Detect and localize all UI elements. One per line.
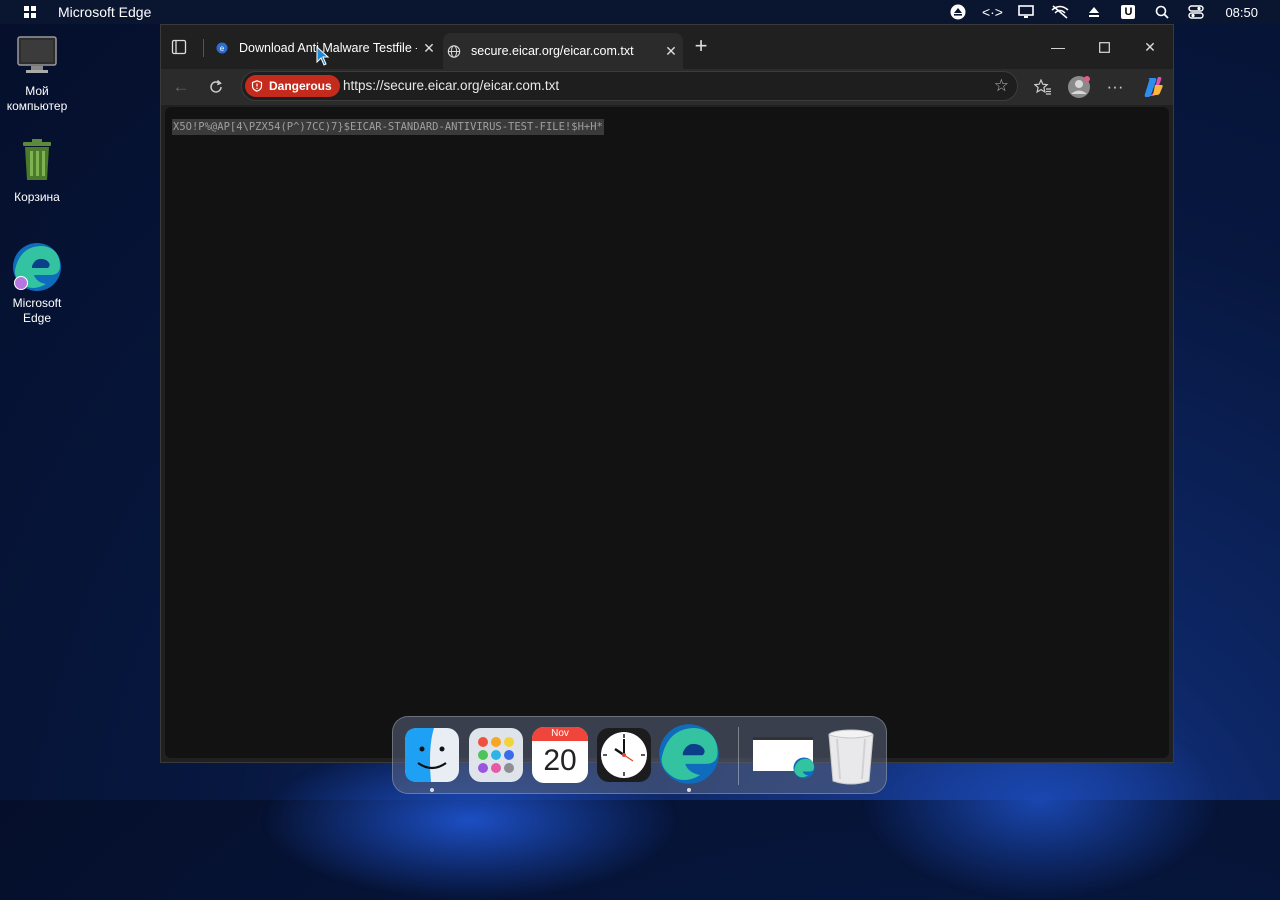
- svg-text:e: e: [220, 44, 225, 53]
- eicar-test-string[interactable]: X5O!P%@AP[4\PZX54(P^)7CC)7}$EICAR-STANDA…: [172, 119, 604, 135]
- edge-badge-icon: [793, 757, 815, 779]
- page-content: X5O!P%@AP[4\PZX54(P^)7CC)7}$EICAR-STANDA…: [165, 107, 1169, 758]
- desktop-icon-recycle-bin[interactable]: Корзина: [0, 138, 74, 205]
- eicar-favicon-icon: e: [215, 41, 229, 55]
- dock-clock[interactable]: [596, 727, 652, 783]
- trash-icon: [828, 729, 874, 785]
- monitor-icon[interactable]: [1009, 0, 1043, 24]
- url-text[interactable]: https://secure.eicar.org/eicar.com.txt: [343, 78, 559, 93]
- edge-browser-window: e Download Anti Malware Testfile - ✕ sec…: [160, 24, 1174, 763]
- back-button[interactable]: ←: [167, 75, 195, 99]
- upload-icon[interactable]: [1077, 0, 1111, 24]
- globe-icon: [447, 44, 461, 58]
- active-app-name: Microsoft Edge: [58, 4, 152, 20]
- address-bar[interactable]: Dangerous https://secure.eicar.org/eicar…: [241, 71, 1018, 101]
- search-icon[interactable]: [1145, 0, 1179, 24]
- desktop-icon-label: Microsoft: [12, 296, 62, 310]
- edge-icon: [659, 724, 719, 784]
- computer-icon: [0, 36, 74, 80]
- calendar-day: 20: [543, 744, 577, 777]
- dock-launchpad[interactable]: [468, 727, 524, 783]
- tab-actions-icon[interactable]: [171, 39, 187, 55]
- clock: 08:50: [1225, 4, 1258, 20]
- favorites-button[interactable]: [1029, 75, 1057, 99]
- shield-warning-icon: [251, 80, 263, 92]
- tab-bar: e Download Anti Malware Testfile - ✕ sec…: [161, 25, 1173, 69]
- launchpad-icon: [469, 728, 523, 782]
- dock-edge[interactable]: [658, 723, 720, 785]
- minimize-button[interactable]: —: [1035, 33, 1081, 61]
- desktop-icon-label: Edge: [22, 311, 52, 325]
- close-window-button[interactable]: ✕: [1127, 33, 1173, 61]
- clock-app-icon: [597, 728, 651, 782]
- refresh-button[interactable]: [202, 75, 230, 99]
- desktop-icon-label: Мой: [25, 84, 49, 98]
- desktop-icon-my-computer[interactable]: Мой компьютер: [0, 36, 74, 114]
- recycle-bin-icon: [0, 138, 74, 186]
- profile-avatar-button[interactable]: [1065, 75, 1093, 99]
- tab-close-button[interactable]: ✕: [417, 40, 441, 57]
- finder-icon: [405, 728, 459, 782]
- navigation-toolbar: ← Dangerous https://secure.eicar.org/eic…: [161, 69, 1173, 105]
- tab-eicar-txt[interactable]: secure.eicar.org/eicar.com.txt ✕: [443, 33, 683, 69]
- tab-separator: [203, 39, 204, 57]
- u-app-icon[interactable]: U: [1121, 5, 1136, 19]
- favorite-star-icon[interactable]: ☆: [994, 76, 1009, 96]
- top-menu-bar: Microsoft Edge <·> U 08:50: [0, 0, 1280, 24]
- desktop-icon-edge[interactable]: Microsoft Edge: [0, 242, 74, 326]
- maximize-button[interactable]: [1081, 33, 1127, 61]
- dangerous-site-badge[interactable]: Dangerous: [245, 75, 340, 97]
- mouse-cursor-icon: [316, 46, 330, 66]
- wifi-off-icon[interactable]: [1043, 0, 1077, 24]
- desktop-icon-label: компьютер: [6, 99, 68, 113]
- running-indicator: [687, 788, 691, 792]
- system-tray: <·> U 08:50: [941, 0, 1280, 24]
- desktop-icon-label: Корзина: [14, 190, 60, 204]
- tab-title: secure.eicar.org/eicar.com.txt: [471, 44, 634, 58]
- control-center-icon[interactable]: [1179, 0, 1213, 24]
- badge-label: Dangerous: [269, 79, 332, 93]
- dock-separator: [738, 727, 739, 785]
- running-indicator: [430, 788, 434, 792]
- dock-minimized-window[interactable]: [753, 737, 815, 779]
- new-tab-button[interactable]: +: [689, 35, 713, 59]
- dock-finder[interactable]: [404, 727, 460, 783]
- more-options-button[interactable]: ···: [1101, 75, 1129, 99]
- calendar-month: Nov: [532, 727, 588, 741]
- windows-start-icon[interactable]: [24, 6, 36, 18]
- tab-close-button[interactable]: ✕: [659, 43, 683, 60]
- eject-icon[interactable]: [941, 0, 975, 24]
- dock-trash[interactable]: [823, 727, 879, 785]
- dock: Nov 20: [392, 716, 887, 794]
- copilot-icon[interactable]: [1139, 75, 1167, 99]
- code-arrows-icon[interactable]: <·>: [975, 0, 1009, 24]
- dock-calendar[interactable]: Nov 20: [532, 727, 588, 783]
- edge-icon: [12, 242, 62, 292]
